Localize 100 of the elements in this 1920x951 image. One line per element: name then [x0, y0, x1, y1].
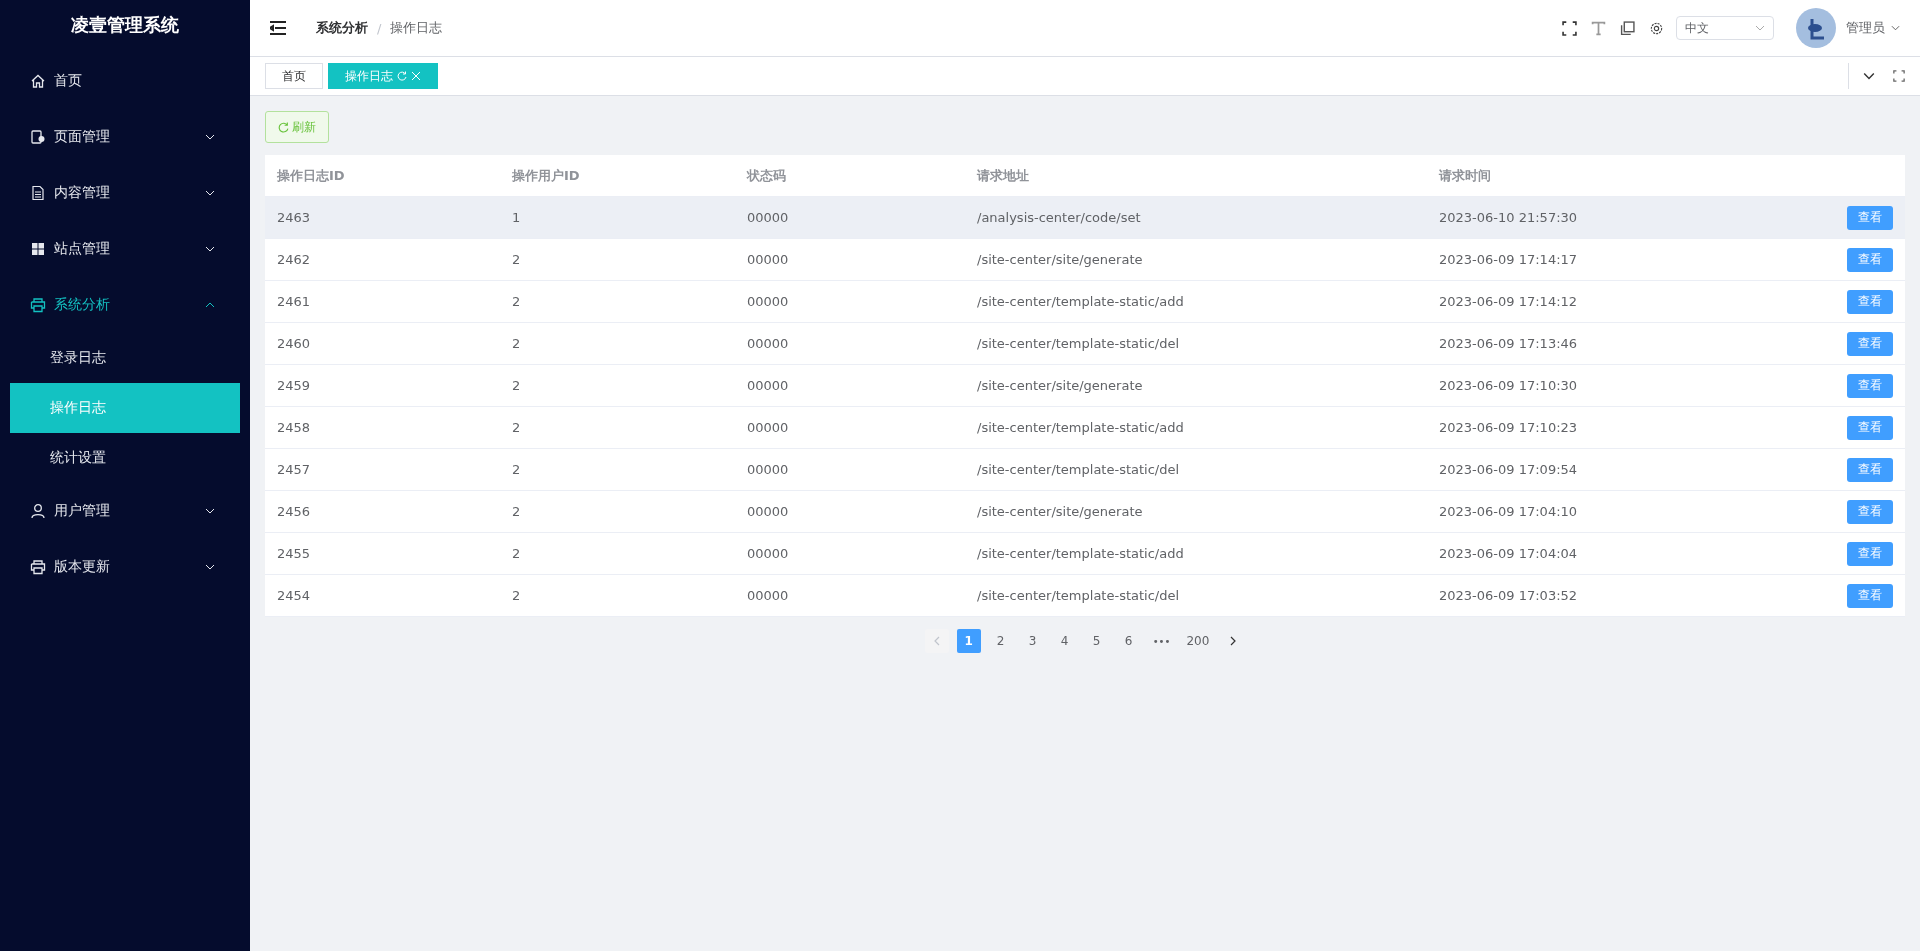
- column-header: 操作用户ID: [512, 166, 581, 185]
- table-cell-text: 2459: [277, 378, 312, 393]
- table-cell-text: 2023-06-10 21:57:30: [1439, 210, 1579, 225]
- menu-label: 系统分析: [54, 296, 111, 314]
- chevron-right-icon: [1230, 636, 1237, 646]
- table-row[interactable]: 2463 1 00000 /analysis-center/code/set 2023-06-10 21:57:30 查看: [265, 197, 1905, 239]
- table-cell-text: 2454: [277, 588, 312, 603]
- table-cell-text: 2023-06-09 17:13:46: [1439, 336, 1579, 351]
- table-cell-text: /site-center/template-static/add: [977, 546, 1185, 561]
- table-cell-text: 00000: [747, 504, 790, 519]
- page-number[interactable]: 2: [988, 629, 1013, 653]
- table-cell-text: 00000: [747, 252, 790, 267]
- column-header: 状态码: [747, 166, 787, 185]
- close-icon[interactable]: [411, 71, 421, 81]
- table-cell-text: 2023-06-09 17:14:17: [1439, 252, 1579, 267]
- table-cell-text: 2: [512, 546, 522, 561]
- breadcrumb-item[interactable]: 系统分析: [316, 19, 368, 37]
- chevron-left-icon: [933, 636, 940, 646]
- table-cell-text: 2: [512, 336, 522, 351]
- menu-label: 页面管理: [54, 128, 111, 146]
- page-number[interactable]: 200: [1182, 629, 1214, 653]
- chevron-up-icon: [205, 302, 215, 308]
- table-cell-text: /site-center/template-static/del: [977, 588, 1181, 603]
- breadcrumb-separator: /: [377, 20, 382, 36]
- menu-label: 首页: [54, 72, 83, 90]
- chevron-down-icon: [205, 134, 215, 140]
- table-cell-text: 00000: [747, 294, 790, 309]
- page-number[interactable]: 3: [1020, 629, 1045, 653]
- table-cell-text: 2023-06-09 17:04:04: [1439, 546, 1579, 561]
- chevron-down-icon[interactable]: [1863, 70, 1875, 82]
- table-cell-text: 00000: [747, 420, 790, 435]
- table-cell-text: 00000: [747, 336, 790, 351]
- table-cell-text: 00000: [747, 378, 790, 393]
- refresh-icon: [278, 121, 289, 133]
- table-cell-text: 2: [512, 252, 522, 267]
- chevron-down-icon: [205, 564, 215, 570]
- app-title: 凌壹管理系统: [70, 13, 180, 37]
- table-cell-text: 2023-06-09 17:10:23: [1439, 420, 1579, 435]
- user-icon: [30, 503, 46, 519]
- avatar[interactable]: [1796, 8, 1836, 48]
- text-size-icon[interactable]: [1591, 20, 1606, 36]
- page-number[interactable]: 6: [1116, 629, 1141, 653]
- settings-icon[interactable]: [1649, 20, 1664, 36]
- menu-item[interactable]: 内容管理: [0, 165, 250, 221]
- submenu-item[interactable]: 登录日志: [0, 333, 250, 383]
- document-icon: [30, 185, 46, 201]
- table-cell-text: 00000: [747, 588, 790, 603]
- more-pages[interactable]: •••: [1148, 629, 1175, 653]
- table-cell-text: 2023-06-09 17:10:30: [1439, 378, 1579, 393]
- table-cell-text: 2461: [277, 294, 312, 309]
- menu-item[interactable]: 首页: [0, 53, 250, 109]
- page-tab[interactable]: 首页: [265, 63, 323, 89]
- menu-icon[interactable]: [270, 21, 286, 35]
- table-cell-text: 00000: [747, 210, 790, 225]
- table-cell-text: 2463: [277, 210, 312, 225]
- table-cell-text: /site-center/template-static/add: [977, 294, 1185, 309]
- menu-item[interactable]: 站点管理: [0, 221, 250, 277]
- menu-item[interactable]: 页面管理: [0, 109, 250, 165]
- table-cell-text: 2023-06-09 17:03:52: [1439, 588, 1579, 603]
- column-header: 请求地址: [977, 166, 1030, 185]
- chevron-down-icon: [205, 190, 215, 196]
- printer-icon: [30, 297, 46, 313]
- user-name[interactable]: 管理员: [1846, 19, 1885, 37]
- menu-item[interactable]: 用户管理: [0, 483, 250, 539]
- table-cell-text: 2462: [277, 252, 312, 267]
- menu-label: 版本更新: [54, 558, 111, 576]
- tab-label: 首页: [282, 67, 306, 85]
- language-select[interactable]: 中文: [1676, 16, 1774, 40]
- menu-label: 用户管理: [54, 502, 111, 520]
- column-header: 操作日志ID: [277, 166, 346, 185]
- table-cell-text: 2023-06-09 17:14:12: [1439, 294, 1579, 309]
- page-number[interactable]: 4: [1052, 629, 1077, 653]
- table-cell-text: 2: [512, 294, 522, 309]
- table-cell-text: 2023-06-09 17:09:54: [1439, 462, 1579, 477]
- menu-item[interactable]: 版本更新: [0, 539, 250, 595]
- printer-icon: [30, 559, 46, 575]
- table-cell-text: 2456: [277, 504, 312, 519]
- chevron-down-icon: [1755, 25, 1765, 31]
- table-cell-text: /site-center/site/generate: [977, 252, 1144, 267]
- table-cell-text: 00000: [747, 462, 790, 477]
- refresh-icon[interactable]: [397, 71, 407, 81]
- submenu-item[interactable]: 统计设置: [0, 433, 250, 483]
- table-cell-text: /site-center/template-static/del: [977, 462, 1181, 477]
- table-cell-text: 00000: [747, 546, 790, 561]
- copy-icon[interactable]: [1620, 20, 1635, 36]
- chevron-down-icon: [205, 246, 215, 252]
- table-cell-text: 2: [512, 462, 522, 477]
- table-cell-text: /site-center/site/generate: [977, 378, 1144, 393]
- page-number[interactable]: 5: [1084, 629, 1109, 653]
- table-cell-text: 2: [512, 588, 522, 603]
- table-cell-text: /site-center/site/generate: [977, 504, 1144, 519]
- tab-label: 操作日志: [345, 67, 393, 85]
- fullscreen-icon[interactable]: [1562, 20, 1577, 36]
- menu-label: 内容管理: [54, 184, 111, 202]
- menu-item[interactable]: 系统分析: [0, 277, 250, 333]
- table-cell-text: /site-center/template-static/del: [977, 336, 1181, 351]
- home-icon: [30, 73, 46, 89]
- table-cell-text: 2: [512, 378, 522, 393]
- table-cell-text: 2023-06-09 17:04:10: [1439, 504, 1579, 519]
- table-cell-text: /analysis-center/code/set: [977, 210, 1142, 225]
